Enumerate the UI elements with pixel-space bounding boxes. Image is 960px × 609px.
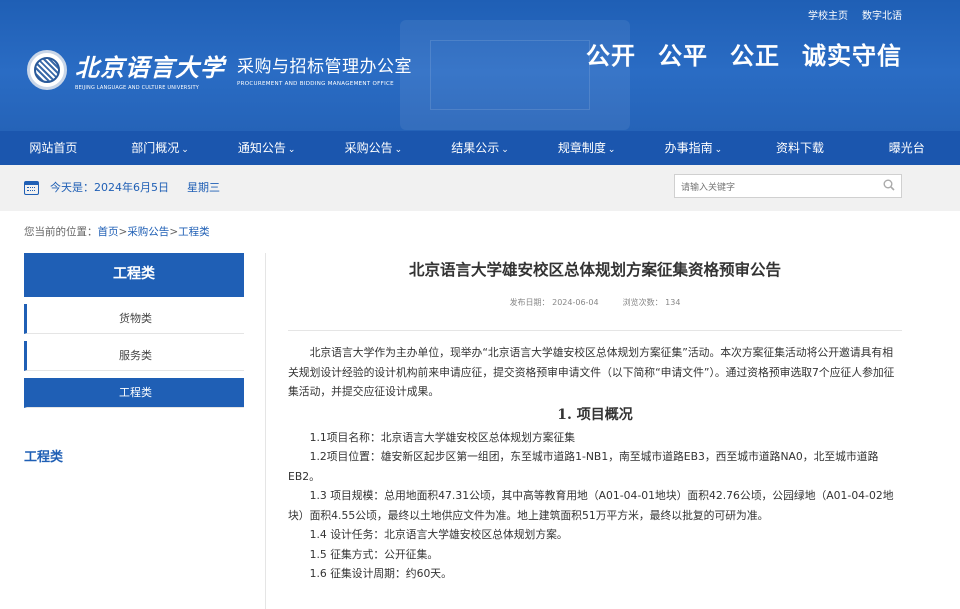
article-meta: 发布日期： 2024-06-04 浏览次数： 134: [288, 297, 902, 308]
breadcrumb-separator: >: [169, 226, 179, 238]
slogan-just: 公正: [730, 42, 780, 70]
top-link-digital-blcu[interactable]: 数字北语: [862, 7, 902, 22]
university-name-cn: 北京语言大学: [75, 53, 225, 82]
nav-item-7[interactable]: 资料下载: [747, 131, 854, 165]
slogan-honesty: 诚实守信: [802, 42, 902, 70]
nav-item-3[interactable]: 采购公告 ⌄: [320, 131, 427, 165]
chevron-down-icon: ⌄: [287, 145, 296, 155]
nav-item-0[interactable]: 网站首页: [0, 131, 107, 165]
design-period: 1.6 征集设计周期：约60天。: [309, 567, 452, 580]
sidebar-item-services[interactable]: 服务类: [24, 341, 244, 371]
main-nav: 网站首页 部门概况 ⌄ 通知公告 ⌄ 采购公告 ⌄ 结果公示 ⌄ 规章制度 ⌄ 办事指南 ⌄ 资料下载 曝光…: [0, 131, 960, 165]
nav-item-1[interactable]: 部门概况 ⌄: [107, 131, 214, 165]
logo[interactable]: 北京语言大学 BEIJING LANGUAGE AND CULTURE UNIV…: [27, 48, 412, 91]
publish-date: 发布日期： 2024-06-04: [509, 298, 599, 307]
office-name: 采购与招标管理办公室 PROCUREMENT AND BIDDING MANAG…: [237, 52, 412, 87]
today-date: 今天是：2024年6月5日: [50, 181, 169, 194]
chevron-down-icon: ⌄: [714, 145, 723, 155]
nav-item-label: 曝光台: [888, 141, 925, 155]
nav-item-label: 办事指南: [664, 141, 713, 155]
search-input[interactable]: [675, 177, 865, 199]
sidebar-item-engineering[interactable]: 工程类: [24, 378, 244, 408]
slogan: 公开 公平 公正 诚实守信: [586, 36, 902, 71]
nav-item-label: 部门概况: [131, 141, 180, 155]
weekday: 星期三: [187, 181, 220, 194]
project-scale: 1.3 项目规模：总用地面积47.31公顷，其中高等教育用地（A01-04-01…: [288, 489, 894, 522]
top-link-school-home[interactable]: 学校主页: [808, 7, 848, 22]
top-links: 学校主页 数字北语: [808, 7, 902, 22]
university-name-en: BEIJING LANGUAGE AND CULTURE UNIVERSITY: [75, 85, 200, 91]
project-name: 1.1项目名称：北京语言大学雄安校区总体规划方案征集: [309, 430, 576, 444]
nav-item-label: 网站首页: [29, 141, 78, 155]
breadcrumb: 您当前的位置：首页>采购公告>工程类: [24, 224, 210, 239]
breadcrumb-prefix: 您当前的位置：: [24, 226, 98, 238]
view-count: 浏览次数： 134: [622, 298, 681, 307]
calendar-icon: [24, 181, 39, 195]
nav-item-label: 通知公告: [237, 141, 286, 155]
search-icon[interactable]: [883, 179, 895, 191]
site-header: 学校主页 数字北语 北京语言大学 BEIJING LANGUAGE AND CU…: [0, 0, 960, 131]
nav-item-5[interactable]: 规章制度 ⌄: [533, 131, 640, 165]
article-title: 北京语言大学雄安校区总体规划方案征集资格预审公告: [408, 261, 781, 279]
breadcrumb-engineering[interactable]: 工程类: [178, 226, 210, 238]
breadcrumb-home[interactable]: 首页: [98, 226, 119, 238]
breadcrumb-separator: >: [118, 226, 128, 238]
solicitation-method: 1.5 征集方式：公开征集。: [309, 547, 439, 561]
section-heading: 1. 项目概况: [557, 406, 633, 423]
chevron-down-icon: ⌄: [607, 145, 616, 155]
chevron-down-icon: ⌄: [501, 145, 509, 155]
sidebar-section-heading: 工程类: [24, 450, 64, 465]
university-seal-icon: [27, 49, 67, 90]
chevron-down-icon: ⌄: [394, 145, 403, 155]
article-intro: 北京语言大学作为主办单位，现举办“北京语言大学雄安校区总体规划方案征集”活动。本…: [288, 346, 895, 398]
column-divider: [265, 253, 266, 609]
nav-item-4[interactable]: 结果公示 ⌄: [427, 131, 534, 165]
nav-item-label: 规章制度: [557, 141, 606, 155]
design-task: 1.4 设计任务：北京语言大学雄安校区总体规划方案。: [309, 528, 568, 541]
sidebar-item-goods[interactable]: 货物类: [24, 304, 244, 334]
slogan-fair: 公平: [658, 42, 708, 70]
slogan-open: 公开: [586, 42, 636, 70]
sidebar-title: 工程类: [24, 253, 244, 297]
project-location: 1.2项目位置：雄安新区起步区第一组团，东至城市道路1-NB1，南至城市道路EB…: [288, 450, 879, 483]
search-box: [674, 174, 902, 199]
date-text: 今天是：2024年6月5日 星期三: [50, 179, 220, 195]
header-decoration-frame: [430, 40, 590, 110]
article-body: 北京语言大学作为主办单位，现举办“北京语言大学雄安校区总体规划方案征集”活动。本…: [288, 343, 902, 584]
nav-item-label: 采购公告: [344, 141, 393, 155]
nav-item-8[interactable]: 曝光台: [853, 131, 960, 165]
chevron-down-icon: ⌄: [181, 145, 189, 155]
university-name: 北京语言大学 BEIJING LANGUAGE AND CULTURE UNIV…: [75, 48, 225, 91]
nav-item-label: 资料下载: [776, 141, 825, 155]
breadcrumb-procurement[interactable]: 采购公告: [127, 226, 169, 238]
nav-item-2[interactable]: 通知公告 ⌄: [213, 131, 320, 165]
office-name-cn: 采购与招标管理办公室: [237, 57, 412, 77]
nav-item-label: 结果公示: [451, 141, 500, 155]
nav-item-6[interactable]: 办事指南 ⌄: [640, 131, 747, 165]
office-name-en: PROCUREMENT AND BIDDING MANAGEMENT OFFIC…: [237, 81, 394, 87]
article-divider: [288, 330, 902, 331]
